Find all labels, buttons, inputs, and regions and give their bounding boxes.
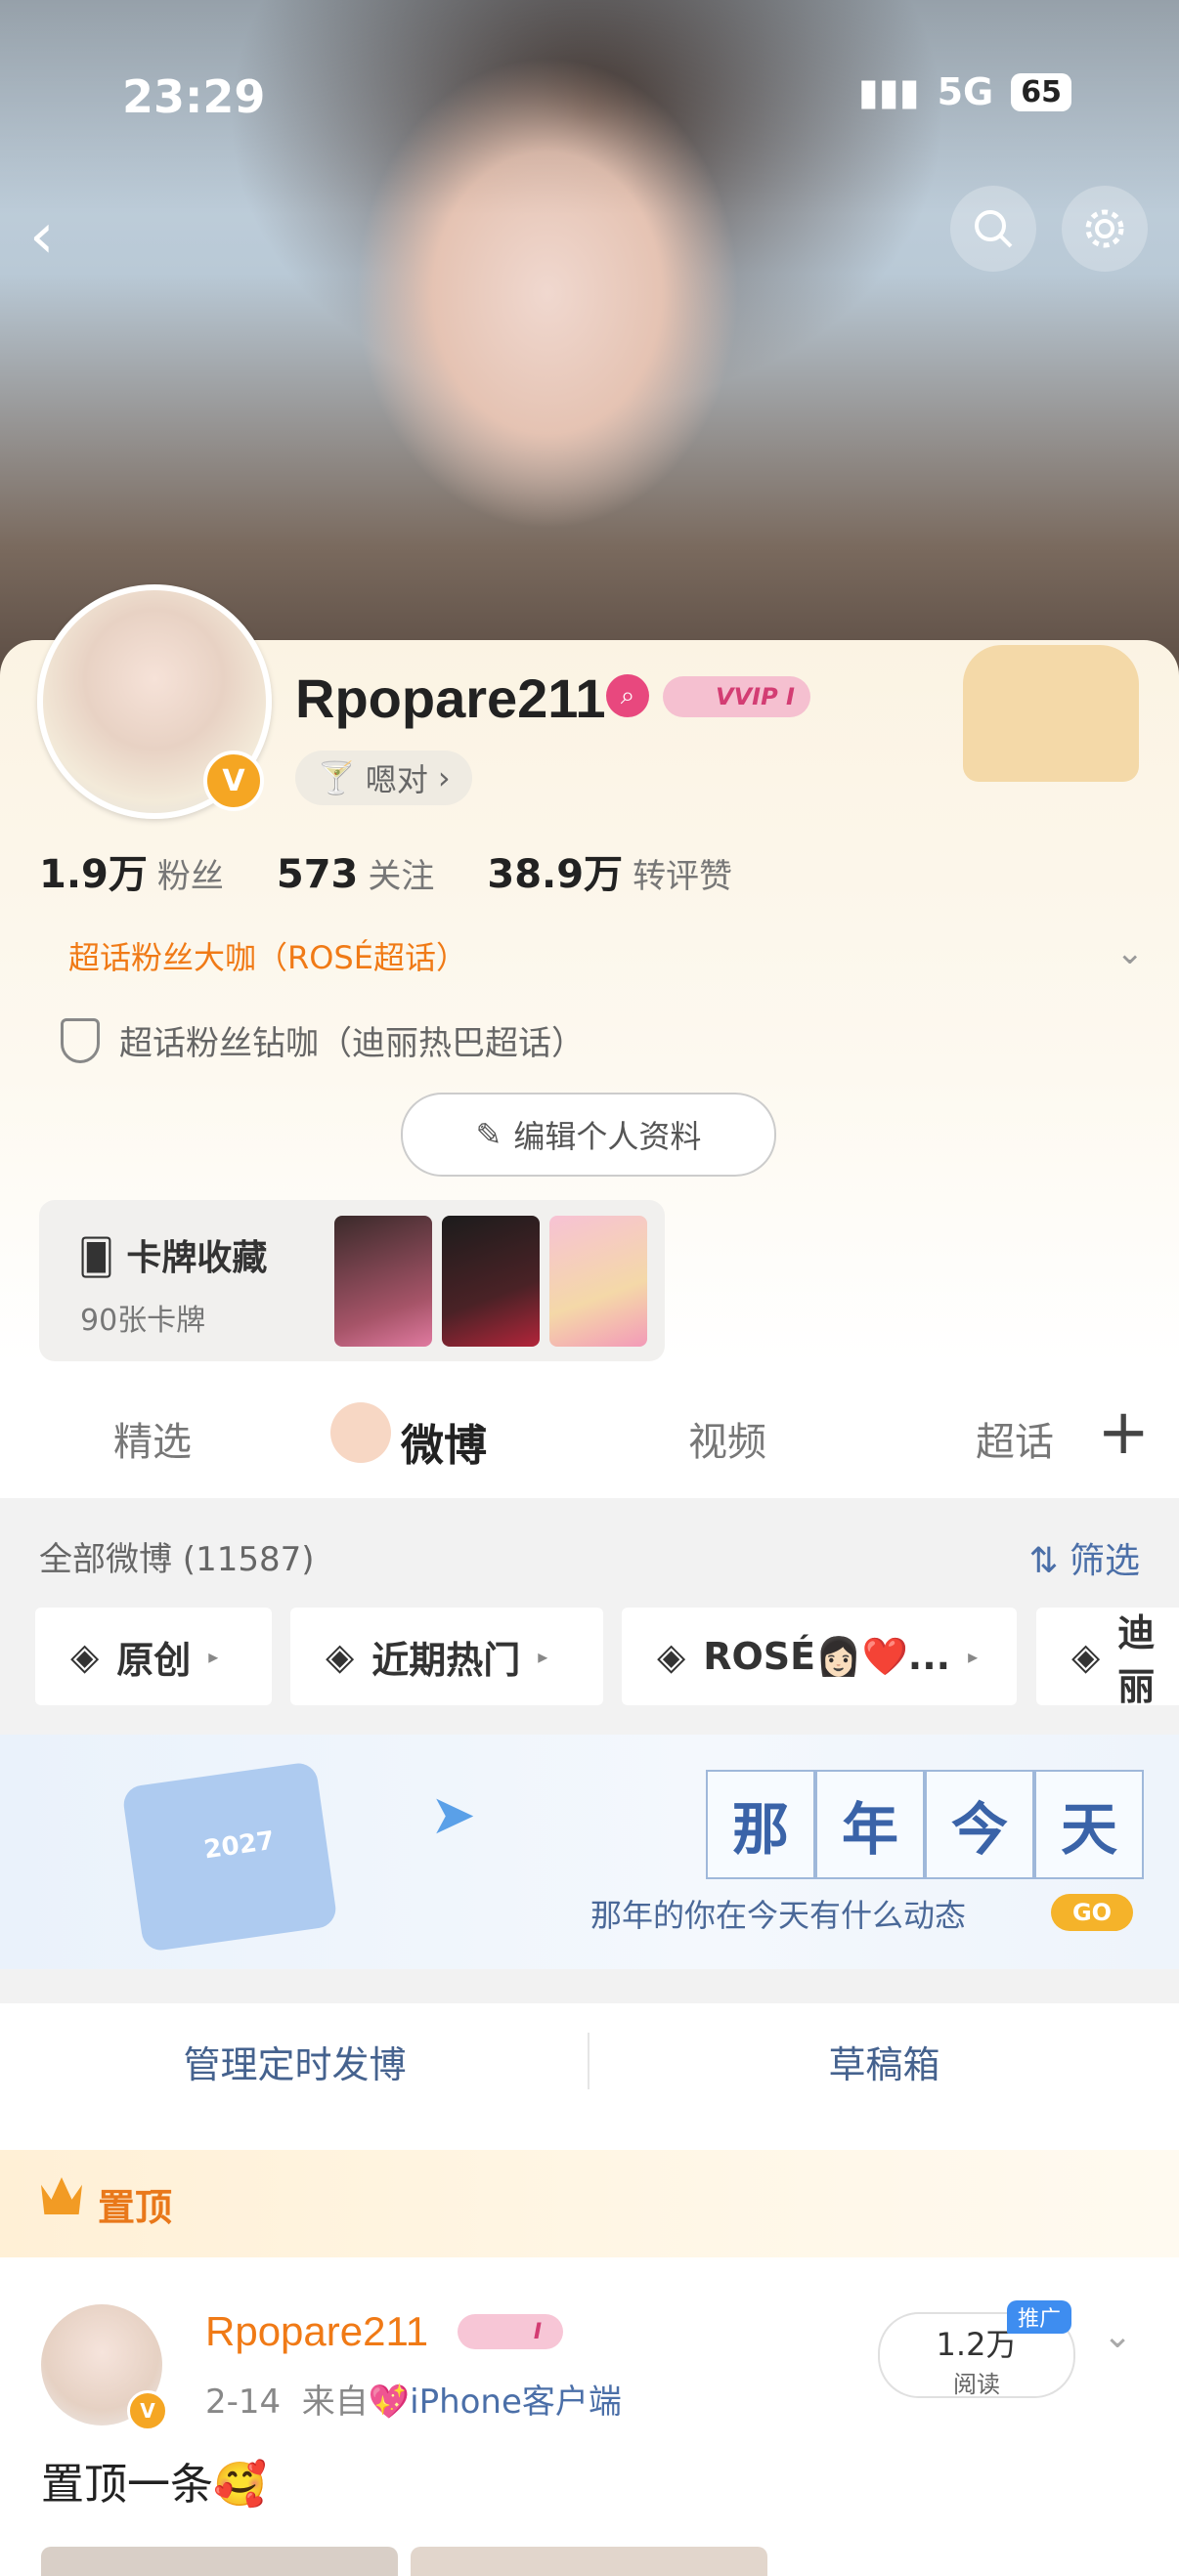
search-icon[interactable] [950,186,1036,272]
go-button[interactable]: GO [1051,1894,1133,1931]
layers-icon: ◈ [70,1635,100,1678]
stats-row: 1.9万 粉丝 573 关注 38.9万 转评赞 [39,842,732,899]
tab-featured[interactable]: 精选 [113,1410,192,1467]
battery-icon: 65 [1011,72,1071,111]
network-label: 5G [937,70,994,113]
vvip-badge[interactable]: VVIP I [663,676,810,717]
status-text: 嗯对 [365,761,428,798]
card-thumb[interactable] [334,1216,432,1347]
layers-icon: ◈ [657,1635,686,1678]
status-time: 23:29 [122,70,266,123]
drafts-button[interactable]: 草稿箱 [590,2003,1179,2119]
card-collection-title: 🂠 卡牌收藏 [78,1238,268,1278]
memories-banner[interactable]: 2027 ➤ 那 年 今 天 那年的你在今天有什么动态 GO [0,1735,1179,1969]
caret-icon: ▸ [208,1645,219,1668]
tab-super-topic[interactable]: 超话 [976,1410,1054,1467]
post-image[interactable] [411,2547,767,2576]
fan-badge-label: 超话粉丝大咖（ROSÉ超话） [68,939,467,976]
chevron-right-icon: › [437,759,451,796]
verified-badge: V [203,751,264,811]
banner-subtitle: 那年的你在今天有什么动态 [590,1897,967,1934]
status-pill[interactable]: 🍸 嗯对 › [295,751,472,805]
layers-icon: ◈ [1071,1635,1101,1678]
card-icon: 🂠 [78,1238,114,1278]
post-vip-badge[interactable]: I [458,2314,563,2349]
layers-icon: ◈ [326,1635,355,1678]
tab-weibo[interactable]: 微博 [401,1410,487,1473]
chevron-down-icon[interactable]: ⌄ [1116,933,1145,972]
fan-badge-secondary[interactable]: 超话粉丝钻咖（迪丽热巴超话） [61,1016,585,1064]
back-icon[interactable]: ‹ [29,200,55,273]
chip-rose[interactable]: ◈ ROSÉ👩🏻❤️... ▸ [622,1608,1017,1705]
caret-icon: ▸ [538,1645,548,1668]
sticker-decoration [963,645,1139,782]
profile-tabs: 精选 微博 视频 超话 + [0,1383,1179,1498]
fan-badge-secondary-label: 超话粉丝钻咖（迪丽热巴超话） [119,1024,585,1063]
filter-button[interactable]: ⇅ 筛选 [1028,1532,1140,1583]
profile-name: Rpopare211 [295,667,606,729]
post-card[interactable]: V Rpopare211 I 2-14 来自💖iPhone客户端 1.2万 阅读… [0,2257,1179,2576]
calendar-icon: 2027 [121,1760,338,1953]
caret-icon: ▸ [968,1645,979,1668]
post-meta: 2-14 来自💖iPhone客户端 [205,2375,622,2423]
manage-bar: 管理定时发博 草稿箱 [0,2003,1179,2119]
post-from: 来自 [301,2383,369,2422]
post-author[interactable]: Rpopare211 [205,2308,428,2355]
post-text: 置顶一条🥰 [41,2460,267,2510]
status-indicators: ▮▮▮ 5G 65 [858,70,1071,113]
crown-icon [41,2177,82,2214]
chip-original[interactable]: ◈ 原创 ▸ [35,1608,272,1705]
stat-following[interactable]: 573 关注 [277,849,435,897]
shield-icon [61,1017,100,1063]
manage-scheduled-button[interactable]: 管理定时发博 [0,2003,590,2119]
all-posts-count: 全部微博 (11587) [39,1540,315,1579]
pencil-icon: ✎ [475,1116,502,1153]
post-source[interactable]: 💖iPhone客户端 [369,2383,622,2422]
card-thumb[interactable] [549,1216,647,1347]
pinned-header: 置顶 [0,2150,1179,2257]
pinned-label: 置顶 [98,2186,173,2229]
paper-plane-icon: ➤ [430,1783,476,1847]
chip-recent-hot[interactable]: ◈ 近期热门 ▸ [290,1608,603,1705]
tab-video[interactable]: 视频 [688,1410,766,1467]
reads-label: 阅读 [953,2371,1000,2398]
card-thumb[interactable] [442,1216,540,1347]
cocktail-icon: 🍸 [317,759,356,796]
pig-icon [330,1402,391,1463]
chip-dilireba[interactable]: ◈ 迪丽 [1036,1608,1179,1708]
promote-badge[interactable]: 推广 [1007,2300,1071,2334]
add-tab-icon[interactable]: + [1097,1396,1150,1469]
card-collection[interactable]: 🂠 卡牌收藏 90张卡牌 [39,1200,665,1361]
verified-badge: V [127,2390,168,2431]
chevron-down-icon[interactable]: ⌄ [1103,2316,1132,2356]
card-collection-count: 90张卡牌 [80,1304,206,1338]
gear-icon[interactable] [1062,186,1148,272]
edit-profile-button[interactable]: ✎ 编辑个人资料 [401,1093,776,1177]
filter-icon: ⇅ [1028,1541,1059,1581]
banner-title: 那 年 今 天 [706,1770,1144,1879]
post-image[interactable] [41,2547,398,2576]
stat-followers[interactable]: 1.9万 粉丝 [39,842,224,899]
signal-icon: ▮▮▮ [857,70,920,113]
fan-badge-primary[interactable]: 超话粉丝大咖（ROSÉ超话） ⌄ [39,933,1144,992]
post-date: 2-14 [205,2383,282,2422]
stat-interactions[interactable]: 38.9万 转评赞 [487,842,732,899]
super-topic-icon[interactable]: ⌕ [606,674,649,717]
